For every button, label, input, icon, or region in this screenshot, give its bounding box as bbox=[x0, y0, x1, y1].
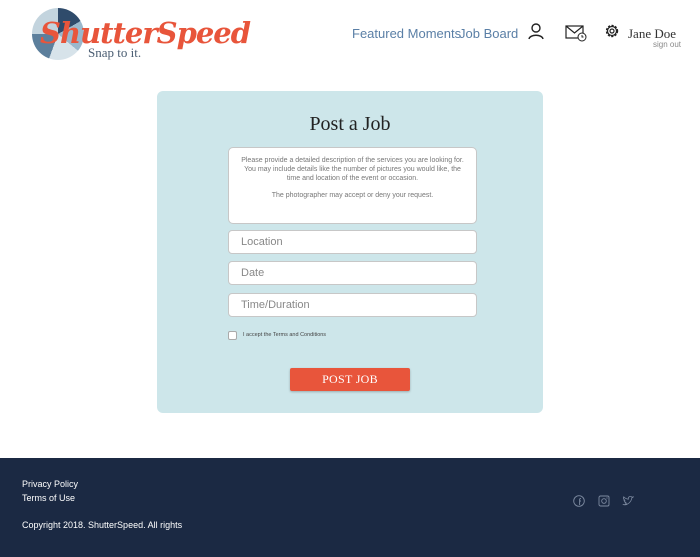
page-title: Post a Job bbox=[309, 113, 391, 135]
privacy-policy-link[interactable]: Privacy Policy bbox=[22, 479, 78, 489]
user-icon[interactable] bbox=[527, 22, 545, 45]
nav-job-board[interactable]: Job Board bbox=[459, 26, 518, 41]
nav-featured-moments[interactable]: Featured Moments bbox=[352, 26, 461, 41]
twitter-icon[interactable] bbox=[622, 494, 635, 512]
terms-checkbox[interactable] bbox=[228, 331, 237, 340]
date-input[interactable]: Date bbox=[228, 261, 477, 285]
sign-out-link[interactable]: sign out bbox=[653, 40, 681, 49]
gear-icon[interactable] bbox=[603, 22, 621, 45]
footer: Privacy Policy Terms of Use Copyright 20… bbox=[0, 458, 700, 557]
post-job-card: Post a Job Please provide a detailed des… bbox=[157, 91, 543, 413]
terms-of-use-link[interactable]: Terms of Use bbox=[22, 493, 75, 503]
logo[interactable]: ShutterSpeed Snap to it. bbox=[30, 6, 251, 64]
job-description-field[interactable]: Please provide a detailed description of… bbox=[228, 147, 477, 224]
time-duration-input[interactable]: Time/Duration bbox=[228, 293, 477, 317]
description-placeholder-line: You may include details like the number … bbox=[244, 166, 461, 182]
mail-icon[interactable] bbox=[565, 24, 587, 47]
post-job-button[interactable]: POST JOB bbox=[290, 368, 410, 391]
copyright-text: Copyright 2018. ShutterSpeed. All rights bbox=[22, 520, 183, 530]
description-placeholder-line: Please provide a detailed description of… bbox=[241, 157, 464, 164]
location-input[interactable]: Location bbox=[228, 230, 477, 254]
brand-name: ShutterSpeed bbox=[40, 16, 251, 50]
terms-label: I accept the Terms and Conditions bbox=[243, 332, 327, 338]
instagram-icon[interactable] bbox=[598, 494, 610, 512]
brand-tagline: Snap to it. bbox=[88, 45, 142, 60]
header: ShutterSpeed Snap to it. Featured Moment… bbox=[0, 0, 700, 70]
facebook-icon[interactable] bbox=[573, 494, 585, 512]
description-placeholder-line: The photographer may accept or deny your… bbox=[271, 192, 434, 199]
